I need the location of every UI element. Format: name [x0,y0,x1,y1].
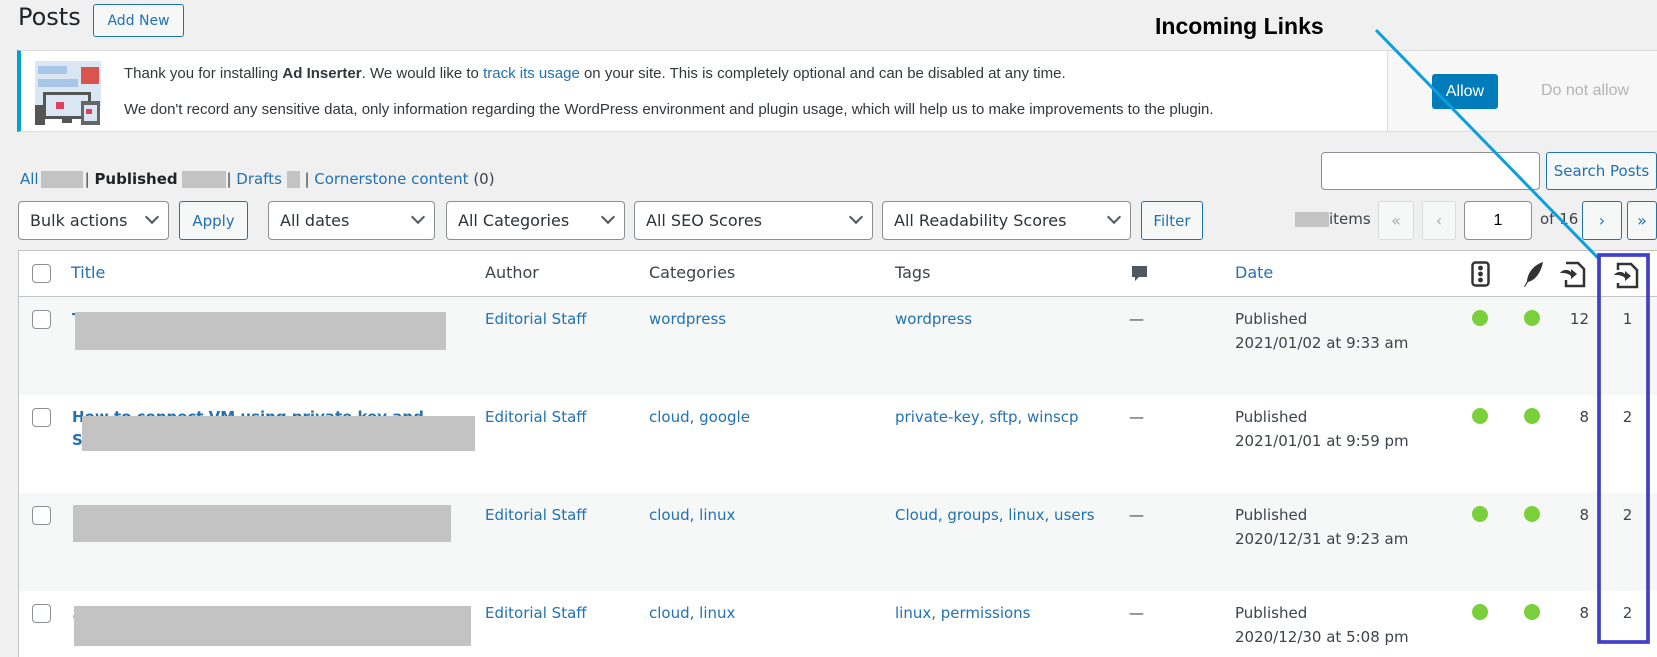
incoming-links-highlight-box [1597,253,1650,644]
annotation-arrow-line [1374,28,1602,262]
annotation-overlay [1374,28,1650,644]
posts-screen: Posts Add New Incoming Links Thank you f… [0,0,1657,657]
